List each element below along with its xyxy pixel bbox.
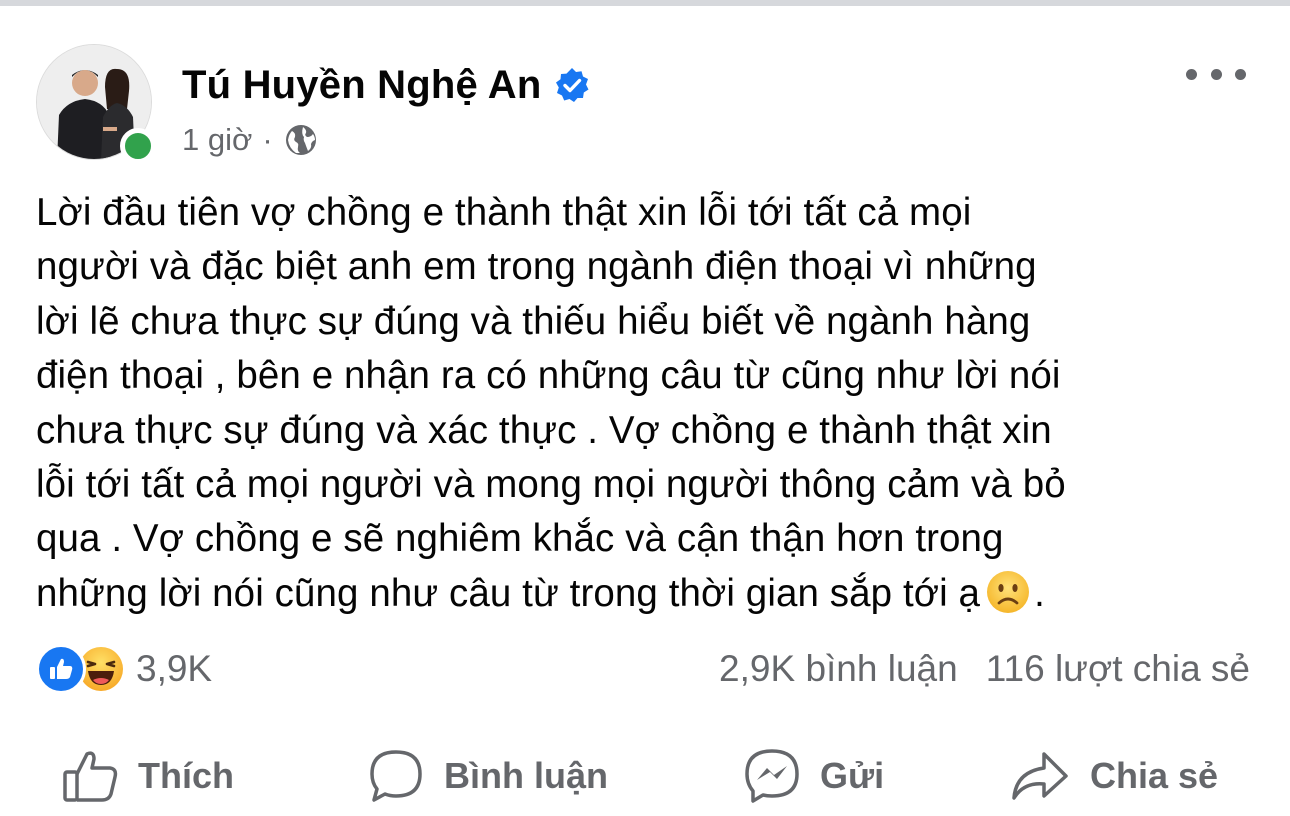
post-timestamp[interactable]: 1 giờ <box>182 122 252 158</box>
like-reaction-icon <box>36 644 86 694</box>
share-arrow-icon <box>1012 752 1068 800</box>
comment-label: Bình luận <box>444 755 608 796</box>
top-divider <box>0 0 1290 6</box>
share-count[interactable]: 116 lượt chia sẻ <box>986 648 1250 690</box>
post-body-trailing: . <box>1034 571 1045 615</box>
send-button[interactable]: Gửi <box>742 746 884 806</box>
more-options-icon[interactable] <box>1186 62 1246 86</box>
reactions-summary[interactable]: 3,9K <box>36 644 212 694</box>
comment-count[interactable]: 2,9K bình luận <box>719 648 958 690</box>
frowning-face-emoji-icon <box>986 570 1030 614</box>
share-label: Chia sẻ <box>1090 755 1219 796</box>
meta-separator: · <box>262 122 273 157</box>
post-header: Tú Huyền Nghệ An 1 giờ · <box>36 44 1256 164</box>
comment-bubble-icon <box>370 750 422 802</box>
like-button[interactable]: Thích <box>60 746 234 806</box>
share-button[interactable]: Chia sẻ <box>1008 746 1218 806</box>
comment-button[interactable]: Bình luận <box>366 746 608 806</box>
verified-badge-icon <box>554 67 590 103</box>
messenger-icon <box>745 749 799 803</box>
send-label: Gửi <box>820 755 885 796</box>
post-text: Lời đầu tiên vợ chồng e thành thật xin l… <box>36 186 1266 621</box>
post-meta: 1 giờ · <box>182 120 319 160</box>
post-stats: 3,9K 2,9K bình luận 116 lượt chia sẻ <box>36 640 1256 704</box>
thumbs-up-icon <box>63 751 118 802</box>
like-label: Thích <box>138 755 234 796</box>
post-body-text: Lời đầu tiên vợ chồng e thành thật xin l… <box>36 191 1066 615</box>
reaction-count: 3,9K <box>136 648 213 689</box>
globe-icon <box>283 122 319 158</box>
author-name[interactable]: Tú Huyền Nghệ An <box>182 63 542 108</box>
online-status-indicator <box>120 128 156 164</box>
post-actions: Thích Bình luận Gửi Chia sẻ <box>36 736 1256 816</box>
